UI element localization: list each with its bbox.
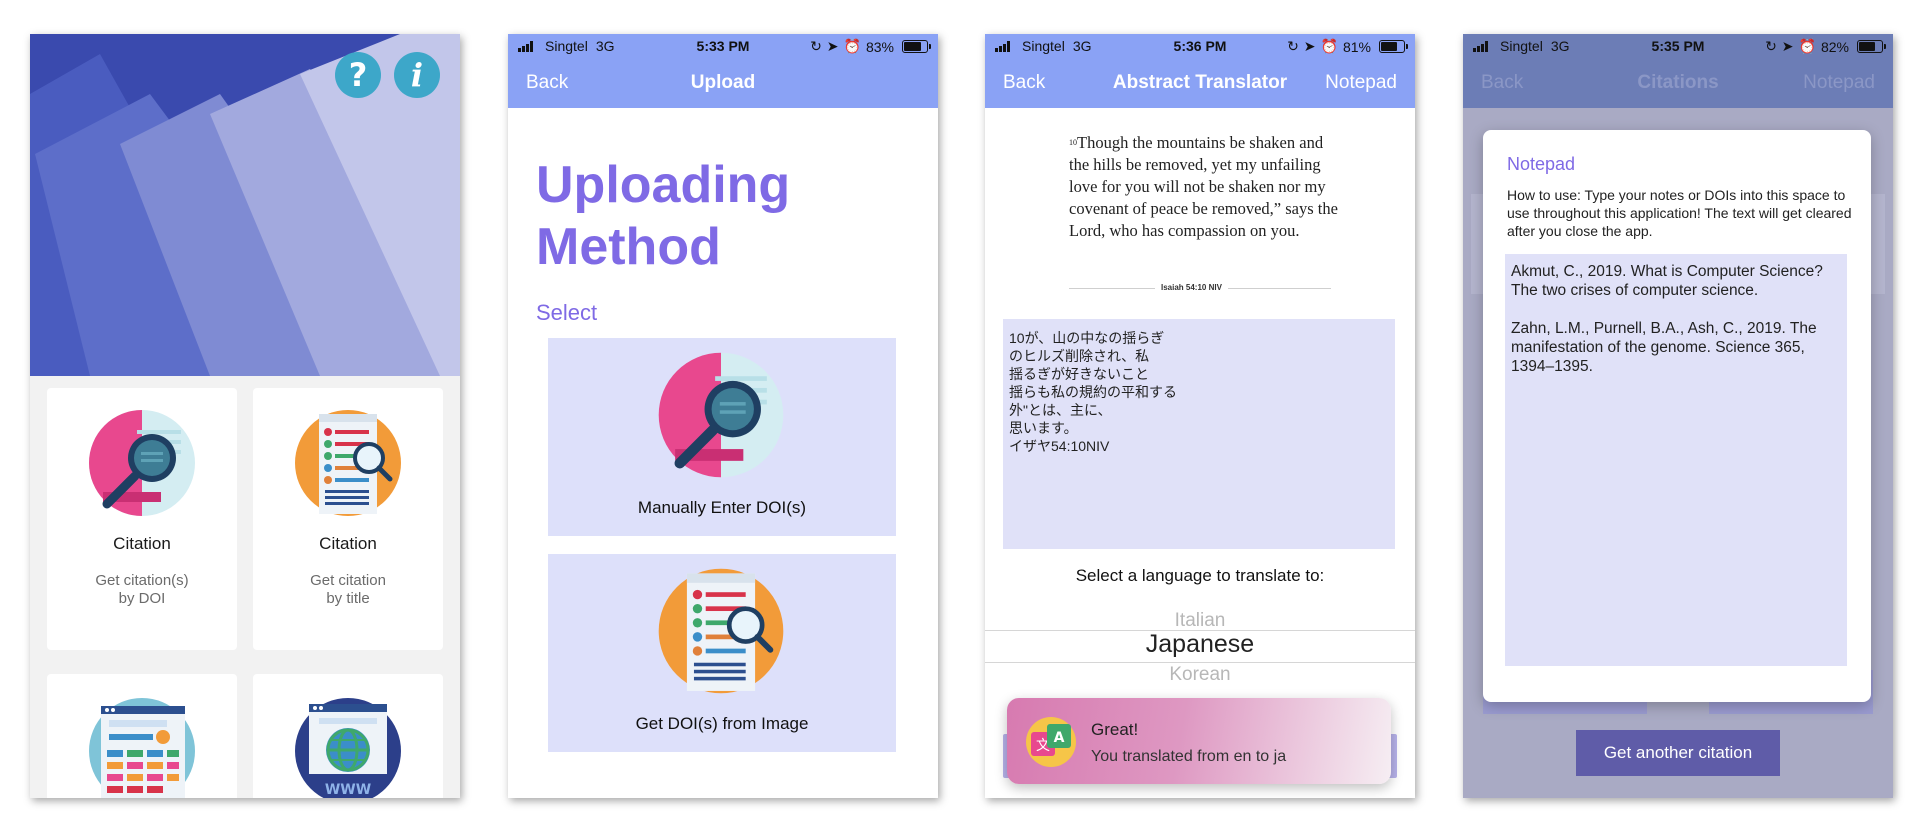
nav-bar: Singtel 3G 5:36 PM ↻ ➤ ⏰ 81% Back Abstra… <box>985 34 1415 108</box>
notepad-textarea[interactable]: Akmut, C., 2019. What is Computer Scienc… <box>1505 254 1847 666</box>
nav-bar: Singtel 3G 5:35 PM ↻ ➤ ⏰ 82% Back Citati… <box>1463 34 1893 108</box>
background-panel <box>1871 194 1885 294</box>
picker-divider <box>985 662 1415 663</box>
location-icon: ➤ <box>826 38 839 54</box>
nav-bar: Singtel 3G 5:33 PM ↻ ➤ ⏰ 83% Back Upload <box>508 34 938 108</box>
help-button[interactable]: ? <box>335 52 381 98</box>
webpage-form-icon <box>85 694 199 798</box>
upload-screen: Singtel 3G 5:33 PM ↻ ➤ ⏰ 83% Back Upload… <box>508 34 938 798</box>
translate-icon: 文 A <box>1025 716 1077 773</box>
heading-line-2: Method <box>536 218 721 276</box>
home-screen: ? i Citation Get citation(s) by DOI Cita… <box>30 34 460 798</box>
toast-message: You translated from en to ja <box>1091 748 1287 765</box>
option-label: Manually Enter DOI(s) <box>637 498 807 517</box>
verse-reference: Isaiah 54:10 NIV <box>1155 283 1228 292</box>
picker-option[interactable]: Korean <box>985 664 1415 686</box>
alarm-icon: ⏰ <box>1320 38 1338 54</box>
status-bar: Singtel 3G 5:33 PM ↻ ➤ ⏰ 83% <box>508 34 938 58</box>
page-title: Uploading Method <box>536 154 790 278</box>
toast-title: Great! <box>1091 720 1139 739</box>
rotation-lock-icon: ↻ <box>1765 38 1777 54</box>
card-subtitle: Get citation by title <box>310 572 386 607</box>
www-card[interactable]: WWW <box>253 674 443 798</box>
checklist-magnifier-icon <box>291 406 405 525</box>
battery-percent: 82% <box>1820 38 1849 55</box>
option-label: Get DOI(s) from Image <box>635 714 809 733</box>
magnifier-document-icon <box>654 348 788 487</box>
card-subtitle: Get citation(s) by DOI <box>95 572 189 607</box>
picker-option[interactable]: Italian <box>985 610 1415 632</box>
doi-from-image-option[interactable]: Get DOI(s) from Image <box>548 554 896 752</box>
magnifier-document-icon <box>85 406 199 525</box>
source-verse-image: 10Though the mountains be shaken and the… <box>1069 132 1339 242</box>
battery-percent: 81% <box>1342 38 1371 55</box>
success-toast: 文 A Great! You translated from en to ja <box>1007 698 1391 784</box>
rotation-lock-icon: ↻ <box>1287 38 1299 54</box>
notepad-modal: Notepad How to use: Type your notes or D… <box>1483 130 1871 702</box>
hero-banner: ? i <box>30 34 460 376</box>
translator-screen: Singtel 3G 5:36 PM ↻ ➤ ⏰ 81% Back Abstra… <box>985 34 1415 798</box>
get-another-citation-button[interactable]: Get another citation <box>1576 730 1780 776</box>
alarm-icon: ⏰ <box>1798 38 1816 54</box>
battery-percent: 83% <box>865 38 894 55</box>
select-label: Select <box>536 300 598 325</box>
www-globe-icon: WWW <box>291 694 405 798</box>
svg-text:A: A <box>1054 730 1065 746</box>
location-icon: ➤ <box>1303 38 1316 54</box>
verse-number: 10 <box>1069 138 1077 147</box>
notepad-button[interactable]: Notepad <box>1803 72 1875 94</box>
card-title: Citation <box>113 534 171 553</box>
alarm-icon: ⏰ <box>843 38 861 54</box>
svg-text:WWW: WWW <box>325 782 371 798</box>
citation-by-title-card[interactable]: Citation Get citation by title <box>253 388 443 650</box>
rotation-lock-icon: ↻ <box>810 38 822 54</box>
manually-enter-doi-option[interactable]: Manually Enter DOI(s) <box>548 338 896 536</box>
webpage-card[interactable] <box>47 674 237 798</box>
checklist-magnifier-icon <box>654 564 788 703</box>
battery-icon <box>902 40 931 53</box>
language-prompt: Select a language to translate to: <box>1075 566 1325 585</box>
citations-screen: Singtel 3G 5:35 PM ↻ ➤ ⏰ 82% Back Citati… <box>1463 34 1893 798</box>
nav-title: Upload <box>690 72 756 93</box>
status-bar: Singtel 3G 5:35 PM ↻ ➤ ⏰ 82% <box>1463 34 1893 58</box>
translated-text-box[interactable]: 10が、山の中なの揺らぎ のヒルズ削除され、私 揺るぎが好きないこと 揺らも私の… <box>1003 319 1395 549</box>
battery-icon <box>1857 40 1886 53</box>
verse-text: Though the mountains be shaken and the h… <box>1069 133 1338 240</box>
card-title: Citation <box>319 534 377 553</box>
status-bar: Singtel 3G 5:36 PM ↻ ➤ ⏰ 81% <box>985 34 1415 58</box>
location-icon: ➤ <box>1781 38 1794 54</box>
heading-line-1: Uploading <box>536 156 791 214</box>
picker-selected-option[interactable]: Japanese <box>985 630 1415 659</box>
notepad-button[interactable]: Notepad <box>1325 72 1397 94</box>
notepad-help-text: How to use: Type your notes or DOIs into… <box>1507 187 1852 239</box>
notepad-title: Notepad <box>1507 154 1576 174</box>
citation-by-doi-card[interactable]: Citation Get citation(s) by DOI <box>47 388 237 650</box>
info-button[interactable]: i <box>394 52 440 98</box>
battery-icon <box>1379 40 1408 53</box>
